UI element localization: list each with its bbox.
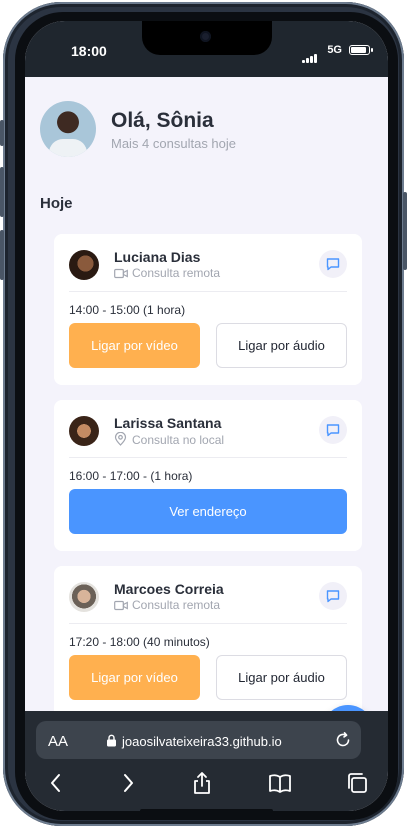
battery-icon <box>349 45 373 55</box>
phone-bezel: 18:00 5G Olá, Sônia Mais 4 consultas hoj… <box>15 12 398 820</box>
signal-icon <box>302 45 318 63</box>
home-indicator <box>140 809 273 811</box>
patient-avatar <box>69 416 99 446</box>
appointment-type: Consulta remota <box>114 266 220 282</box>
bookmarks-icon[interactable] <box>268 771 292 795</box>
card-divider <box>69 291 347 292</box>
volume-down-button <box>0 230 4 280</box>
back-icon[interactable] <box>44 771 68 795</box>
appointment-type-label: Consulta remota <box>132 266 221 280</box>
status-bar: 18:00 5G <box>25 21 388 77</box>
appointment-type-label: Consulta no local <box>132 433 225 447</box>
reload-icon[interactable] <box>334 731 352 754</box>
appointment-type: Consulta remota <box>114 598 220 614</box>
network-label: 5G <box>327 44 342 56</box>
address-bar[interactable]: AA joaosilvateixeira33.github.io <box>36 721 361 759</box>
text-size-button[interactable]: AA <box>48 733 68 750</box>
patient-avatar <box>69 582 99 612</box>
video-call-button[interactable]: Ligar por vídeo <box>69 323 200 368</box>
patient-name: Larissa Santana <box>114 415 222 431</box>
location-pin-icon <box>114 431 128 449</box>
patient-avatar <box>69 250 99 280</box>
chat-button[interactable] <box>319 250 347 278</box>
appointment-time: 16:00 - 17:00 - (1 hora) <box>69 469 193 483</box>
chat-button[interactable] <box>319 582 347 610</box>
notch <box>142 21 272 55</box>
appointment-type: Consulta no local <box>114 431 225 449</box>
card-divider <box>69 457 347 458</box>
appointment-card: Larissa Santana Consulta no local 16:00 … <box>54 400 362 551</box>
forward-icon[interactable] <box>116 771 140 795</box>
share-icon[interactable] <box>190 771 214 795</box>
appointment-type-label: Consulta remota <box>132 598 221 612</box>
silent-switch <box>0 120 4 146</box>
lock-icon <box>106 734 117 752</box>
tabs-icon[interactable] <box>345 771 369 795</box>
volume-up-button <box>0 167 4 217</box>
greeting-title: Olá, Sônia <box>111 109 214 132</box>
browser-toolbar: AA joaosilvateixeira33.github.io <box>25 711 388 811</box>
browser-nav <box>25 771 388 797</box>
appointment-card: Marcoes Correia Consulta remota 17:20 - … <box>54 566 362 711</box>
appointment-time: 17:20 - 18:00 (40 minutos) <box>69 635 210 649</box>
phone-screen: 18:00 5G Olá, Sônia Mais 4 consultas hoj… <box>25 21 388 811</box>
patient-name: Marcoes Correia <box>114 581 224 597</box>
chat-icon <box>326 590 340 603</box>
url-text: joaosilvateixeira33.github.io <box>122 734 282 749</box>
patient-name: Luciana Dias <box>114 249 201 265</box>
power-button <box>403 192 407 270</box>
audio-call-button[interactable]: Ligar por áudio <box>216 655 347 700</box>
section-title-today: Hoje <box>40 195 73 212</box>
chat-icon <box>326 258 340 271</box>
appointment-card: Luciana Dias Consulta remota 14:00 - 15:… <box>54 234 362 385</box>
status-time: 18:00 <box>71 43 107 59</box>
video-call-button[interactable]: Ligar por vídeo <box>69 655 200 700</box>
chat-button[interactable] <box>319 416 347 444</box>
video-icon <box>114 268 128 282</box>
appointment-time: 14:00 - 15:00 (1 hora) <box>69 303 186 317</box>
view-address-button[interactable]: Ver endereço <box>69 489 347 534</box>
app-content: Olá, Sônia Mais 4 consultas hoje Hoje Lu… <box>25 77 388 711</box>
phone-frame: 18:00 5G Olá, Sônia Mais 4 consultas hoj… <box>0 2 407 826</box>
chat-icon <box>326 424 340 437</box>
card-divider <box>69 623 347 624</box>
user-avatar[interactable] <box>40 101 96 157</box>
audio-call-button[interactable]: Ligar por áudio <box>216 323 347 368</box>
greeting-subtitle: Mais 4 consultas hoje <box>111 136 237 151</box>
front-camera <box>200 31 211 42</box>
video-icon <box>114 600 128 614</box>
